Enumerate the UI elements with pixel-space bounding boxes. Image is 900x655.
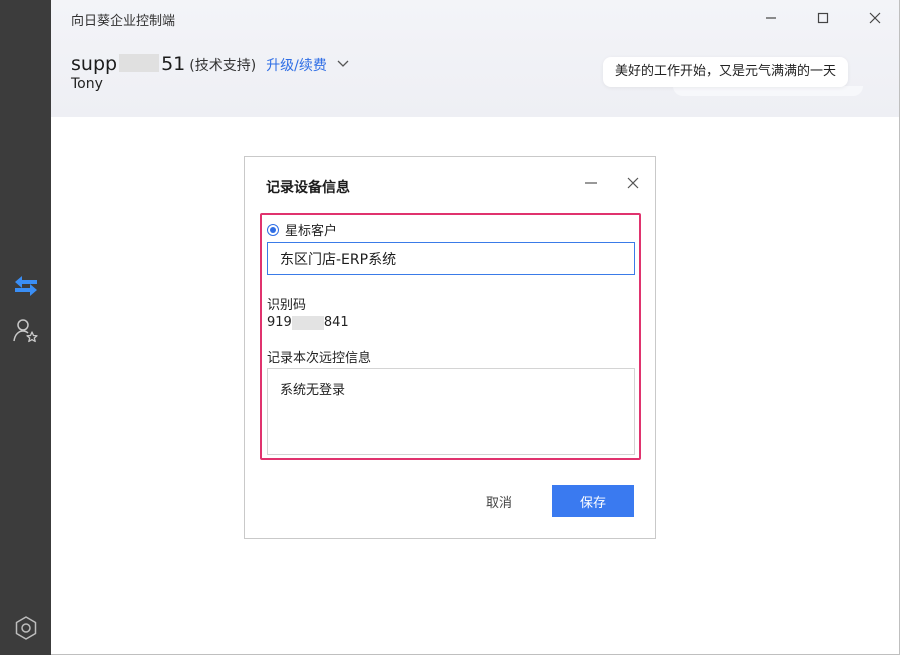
- close-icon: [869, 12, 881, 24]
- app-title: 向日葵企业控制端: [71, 14, 176, 29]
- memo-textarea[interactable]: 系统无登录: [267, 368, 635, 455]
- remote-control-arrows-icon: [14, 276, 37, 296]
- user-display-name: Tony: [71, 76, 103, 92]
- dialog-minimize-button[interactable]: [581, 171, 601, 195]
- account-role: (技术支持): [189, 58, 257, 74]
- id-code-value: 919 841: [267, 315, 349, 330]
- account-dropdown[interactable]: [337, 53, 349, 72]
- upgrade-link[interactable]: 升级/续费: [266, 55, 327, 75]
- motto-bubble-tail: [673, 86, 863, 96]
- star-customer-label: 星标客户: [285, 224, 338, 239]
- close-icon: [627, 177, 639, 189]
- chevron-down-icon: [337, 60, 349, 67]
- minimize-icon: [585, 182, 597, 184]
- sidebar-item-settings[interactable]: [0, 608, 51, 648]
- save-button[interactable]: 保存: [552, 485, 634, 517]
- id-code-suffix: 841: [323, 315, 349, 330]
- id-code-mask: [291, 315, 324, 330]
- memo-label: 记录本次远控信息: [267, 351, 372, 366]
- minimize-icon: [766, 17, 776, 19]
- dialog-title: 记录设备信息: [266, 180, 350, 196]
- close-window-button[interactable]: [855, 4, 895, 32]
- sidebar-item-contacts[interactable]: [0, 310, 51, 350]
- maximize-button[interactable]: [803, 4, 843, 32]
- motto-bubble: 美好的工作开始，又是元气满满的一天: [603, 57, 849, 87]
- id-code-label: 识别码: [267, 298, 307, 313]
- sidebar-item-remote[interactable]: [0, 266, 51, 306]
- account-name-suffix: 51: [161, 53, 186, 75]
- user-star-icon: [12, 319, 38, 343]
- device-name-input[interactable]: [267, 242, 635, 275]
- header: 向日葵企业控制端 supp 51 (技术支持) 升级/续费 Tony 美好的工作…: [51, 0, 899, 117]
- dialog-close-button[interactable]: [623, 171, 643, 195]
- minimize-button[interactable]: [751, 4, 791, 32]
- sidebar: [0, 0, 51, 655]
- hexagon-settings-icon: [15, 616, 36, 640]
- account-info: supp 51 (技术支持) 升级/续费: [71, 52, 349, 75]
- account-name-mask: [119, 54, 160, 72]
- record-device-dialog: 记录设备信息 星标客户 识别码 919 841 记录本次远控信息 系统无登录 取…: [244, 156, 656, 539]
- radio-selected-icon: [267, 223, 279, 236]
- star-customer-radio[interactable]: 星标客户: [267, 220, 337, 239]
- highlight-frame: 星标客户 识别码 919 841 记录本次远控信息 系统无登录: [260, 213, 641, 460]
- id-code-prefix: 919: [267, 315, 292, 330]
- maximize-icon: [817, 12, 829, 24]
- account-name-prefix: supp: [71, 53, 118, 75]
- cancel-button[interactable]: 取消: [467, 485, 531, 517]
